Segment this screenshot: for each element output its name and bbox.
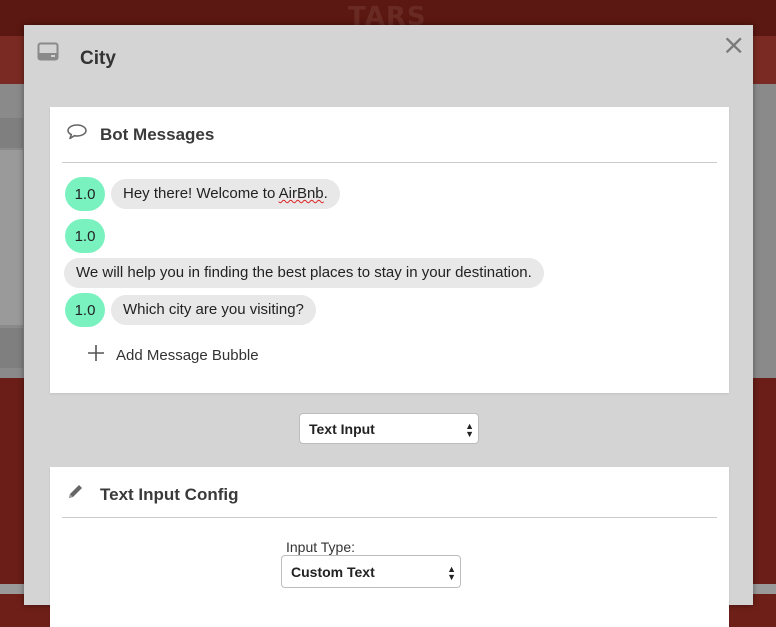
version-badge[interactable]: 1.0 xyxy=(65,293,105,327)
input-mode-select[interactable]: Text Input ▲ ▼ xyxy=(299,413,479,444)
text-input-config-header: Text Input Config xyxy=(62,467,717,518)
bot-messages-title: Bot Messages xyxy=(100,125,215,144)
message-bubble[interactable]: Hey there! Welcome to AirBnb. xyxy=(111,179,340,209)
input-mode-value: Text Input xyxy=(309,421,375,437)
speech-bubble-icon xyxy=(66,123,88,141)
input-type-label: Input Type: xyxy=(286,539,356,555)
city-modal: City × Bot Messages 1.0 Hey there! Welco… xyxy=(24,25,753,627)
close-icon[interactable]: × xyxy=(722,31,745,59)
version-badge[interactable]: 1.0 xyxy=(65,177,105,211)
version-badge[interactable]: 1.0 xyxy=(65,219,105,253)
message-row: 1.0 xyxy=(65,219,105,253)
misspelled-word: AirBnb xyxy=(278,185,324,202)
message-text: Hey there! Welcome to xyxy=(123,185,279,202)
plus-icon xyxy=(86,343,108,367)
app-left-bar xyxy=(0,118,23,148)
app-left-bar-lower xyxy=(0,328,23,368)
app-left-panel xyxy=(0,150,23,325)
input-type-value: Custom Text xyxy=(291,564,375,580)
message-bubble[interactable]: Which city are you visiting? xyxy=(111,295,316,325)
select-arrows-icon: ▲ ▼ xyxy=(465,421,474,439)
message-row: 1.0 Which city are you visiting? xyxy=(65,293,316,327)
modal-title: City xyxy=(80,48,116,69)
input-type-select[interactable]: Custom Text ▲ ▼ xyxy=(281,555,461,588)
message-row: 1.0 Hey there! Welcome to AirBnb. xyxy=(65,177,340,211)
bot-messages-card: Bot Messages 1.0 Hey there! Welcome to A… xyxy=(50,107,729,393)
add-message-bubble-label: Add Message Bubble xyxy=(116,346,259,364)
pencil-icon xyxy=(66,483,88,501)
message-bubble[interactable]: We will help you in finding the best pla… xyxy=(64,258,544,288)
text-input-config-card: Text Input Config Input Type: Custom Tex… xyxy=(50,467,729,627)
select-arrows-icon: ▲ ▼ xyxy=(447,564,456,582)
text-input-config-title: Text Input Config xyxy=(100,485,239,504)
message-punctuation: . xyxy=(323,185,328,202)
add-message-bubble-button[interactable]: Add Message Bubble xyxy=(86,343,259,367)
device-icon xyxy=(37,42,59,62)
bot-messages-header: Bot Messages xyxy=(62,107,717,163)
